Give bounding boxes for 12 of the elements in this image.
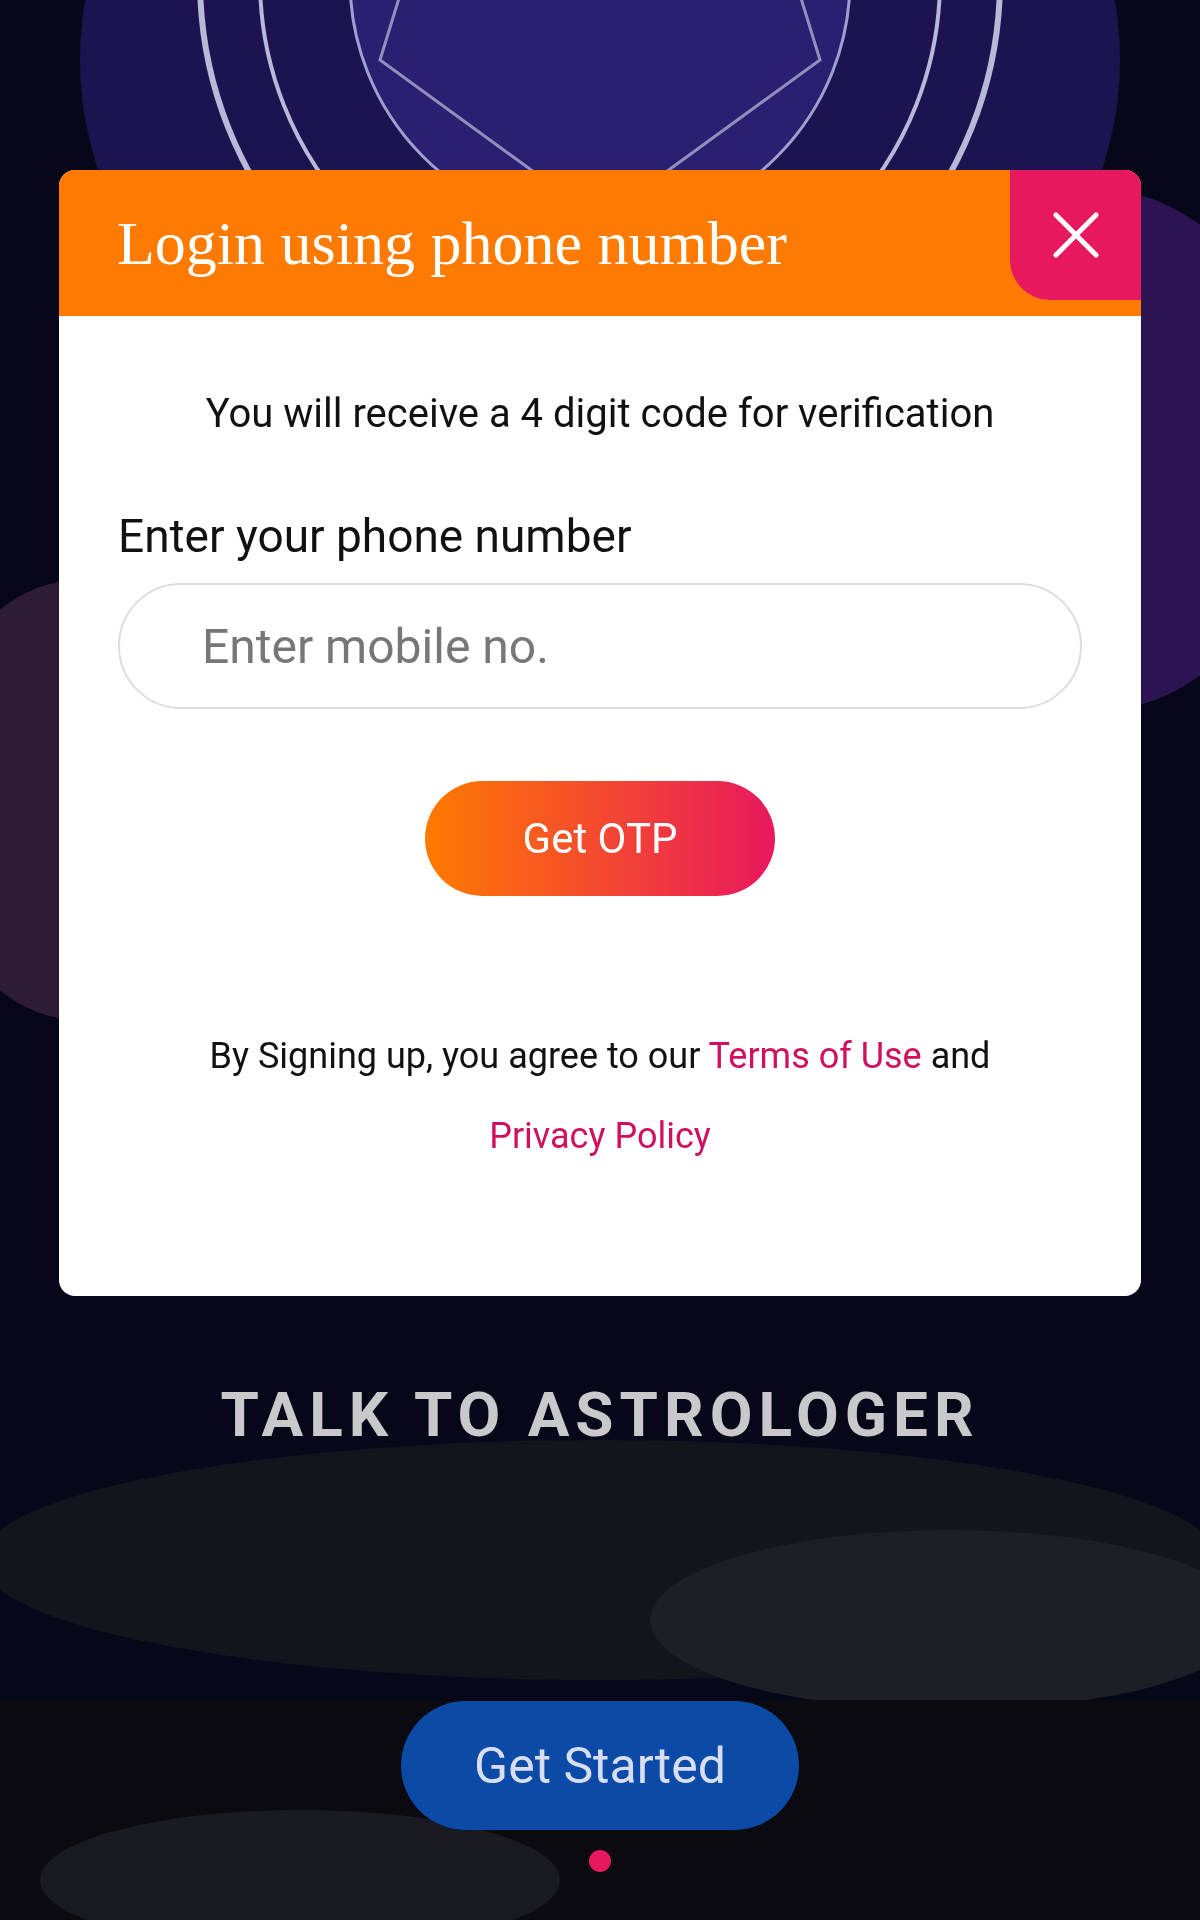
field-label: Enter your phone number <box>118 509 633 563</box>
close-icon <box>1051 211 1100 259</box>
tagline: TALK TO ASTROLOGER <box>220 1378 980 1451</box>
consent-text: By Signing up, you agree to our Terms of Use and Privacy Policy <box>208 1034 992 1159</box>
dialog-title: Login using phone number <box>117 207 787 279</box>
get-started-button[interactable]: Get Started <box>401 1701 799 1830</box>
get-otp-button[interactable]: Get OTP <box>425 781 775 896</box>
terms-link[interactable]: Terms of Use <box>708 1035 922 1077</box>
privacy-link[interactable]: Privacy Policy <box>489 1115 711 1157</box>
instruction-text: You will receive a 4 digit code for verification <box>204 390 996 437</box>
close-button[interactable] <box>1010 170 1141 300</box>
phone-field[interactable]: Enter mobile no. <box>118 583 1082 709</box>
